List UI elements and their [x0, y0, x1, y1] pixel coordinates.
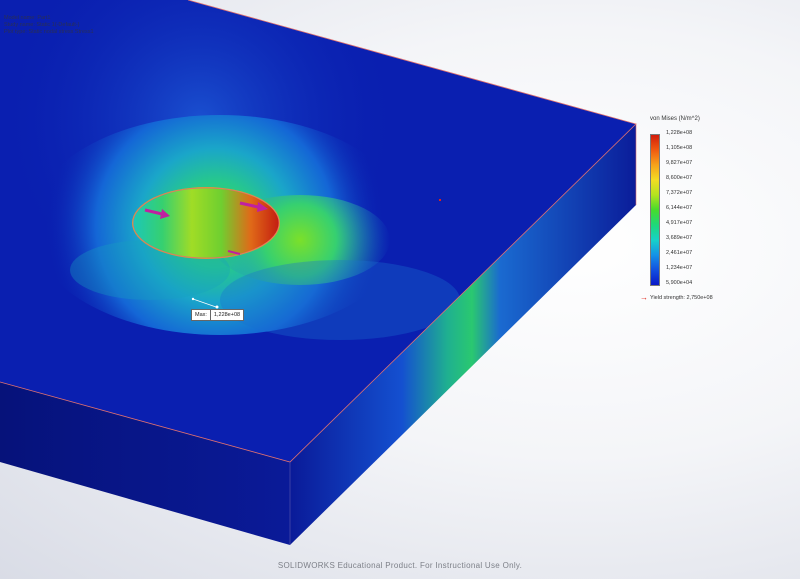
yield-strength: → Yield strength: 2,750e+08: [640, 293, 713, 302]
model-name: Model name: Part1: [4, 15, 51, 21]
legend-label: 7,372e+07: [666, 190, 693, 196]
legend-label: 2,461e+07: [666, 250, 693, 256]
red-arrow-icon: →: [640, 293, 648, 302]
max-point: [191, 297, 195, 301]
legend-label: 8,600e+07: [666, 175, 693, 181]
max-key: Max:: [191, 309, 210, 321]
plot-type: Plot type: Static nodal stress Stress1: [4, 29, 94, 35]
legend-color-bar: [650, 134, 660, 286]
legend-label: 4,917e+07: [666, 220, 693, 226]
legend-label: 1,234e+07: [666, 265, 693, 271]
legend-label: 1,105e+08: [666, 145, 693, 151]
yield-strength-label: Yield strength: 2,750e+08: [650, 295, 713, 301]
study-name: Study name: Static 1(-Default-): [4, 22, 80, 28]
educational-watermark: SOLIDWORKS Educational Product. For Inst…: [277, 561, 523, 570]
legend-label: 6,144e+07: [666, 205, 693, 211]
legend-title: von Mises (N/m^2): [650, 116, 700, 122]
probe-marker: [439, 199, 441, 201]
hole-surface: [132, 187, 280, 259]
max-value: 1,228e+08: [209, 309, 245, 321]
legend-labels: 1,228e+08 1,105e+08 9,827e+07 8,600e+07 …: [666, 130, 726, 290]
study-info: Model name: Part1 Study name: Static 1(-…: [4, 15, 94, 36]
legend-label: 5,900e+04: [666, 280, 693, 286]
legend-label: 1,228e+08: [666, 130, 693, 136]
legend-label: 9,827e+07: [666, 160, 693, 166]
max-annotation[interactable]: Max: 1,228e+08: [191, 309, 245, 321]
legend-label: 3,689e+07: [666, 235, 693, 241]
